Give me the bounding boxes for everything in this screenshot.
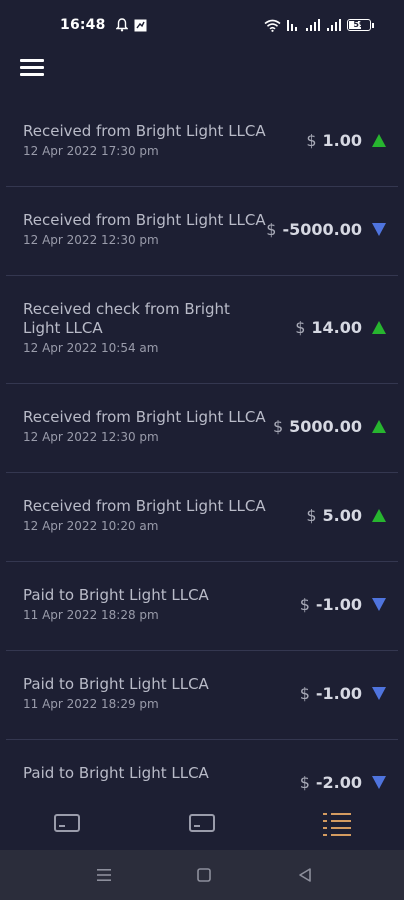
transaction-title: Received from Bright Light LLCA [23,211,266,229]
transaction-amount: 5000.00 [289,417,362,436]
transaction-row[interactable]: Paid to Bright Light LLCA 11 Apr 2022 18… [6,562,398,651]
transaction-amount: -2.00 [315,773,362,792]
currency-symbol: $ [295,318,306,337]
arrow-down-icon [372,687,386,700]
transaction-row[interactable]: Received from Bright Light LLCA 12 Apr 2… [6,473,398,562]
status-time: 16:48 [60,17,106,33]
transaction-row[interactable]: Paid to Bright Light LLCA 11 Apr 2022 18… [6,651,398,740]
nav-accounts-button[interactable] [188,810,218,838]
arrow-down-icon [372,598,386,611]
currency-symbol: $ [299,684,310,703]
transaction-date: 12 Apr 2022 17:30 pm [23,144,159,158]
transaction-row[interactable]: Received from Bright Light LLCA 12 Apr 2… [6,187,398,276]
transaction-amount: -5000.00 [282,220,362,239]
currency-symbol: $ [272,417,284,436]
transaction-title: Received from Bright Light LLCA [23,122,266,140]
transaction-row[interactable]: Received check from Bright Light LLCA 12… [6,276,398,384]
transaction-amount: -1.00 [315,684,362,703]
data-transfer-icon [287,19,297,31]
currency-symbol: $ [306,131,317,150]
card-icon [189,814,215,832]
currency-symbol: $ [306,506,317,525]
transaction-title: Paid to Bright Light LLCA [23,675,209,693]
transaction-amount: 14.00 [311,318,362,337]
transaction-date: 11 Apr 2022 18:28 pm [23,608,159,622]
currency-symbol: $ [299,773,310,792]
arrow-down-icon [372,223,386,236]
recents-icon[interactable] [96,867,112,887]
transaction-title: Received from Bright Light LLCA [23,408,266,426]
transaction-row[interactable]: Received from Bright Light LLCA 12 Apr 2… [6,98,398,187]
transaction-amount: 1.00 [322,131,362,150]
app-header [0,50,404,90]
battery-indicator: 59 [347,19,374,31]
transaction-date: 12 Apr 2022 12:30 pm [23,430,159,444]
battery-icon: 59 [347,19,371,31]
status-bar: 16:48 59 [0,0,404,50]
nav-transactions-button[interactable] [323,810,353,838]
notification-bell-icon [115,18,128,32]
home-icon[interactable] [196,867,212,887]
transaction-row[interactable]: Received from Bright Light LLCA 12 Apr 2… [6,384,398,473]
transaction-title: Received from Bright Light LLCA [23,497,266,515]
nav-cards-button[interactable] [53,810,83,838]
arrow-up-icon [372,509,386,522]
bottom-navigation [0,800,404,850]
transaction-title: Received check from Bright Light LLCA [23,300,230,337]
wifi-icon [264,19,281,32]
card-icon [54,814,80,832]
transaction-title: Paid to Bright Light LLCA [23,764,209,782]
transaction-date: 12 Apr 2022 10:20 am [23,519,159,533]
transaction-row[interactable]: Paid to Bright Light LLCA $ -2.00 [6,740,398,800]
transaction-amount: -1.00 [315,595,362,614]
signal-2-icon [327,18,341,31]
arrow-down-icon [372,776,386,789]
app-notification-icon [134,19,147,31]
signal-1-icon [306,18,320,31]
transaction-amount: 5.00 [322,506,362,525]
currency-symbol: $ [299,595,310,614]
arrow-up-icon [372,321,386,334]
arrow-up-icon [372,134,386,147]
list-icon [323,812,353,836]
transaction-date: 12 Apr 2022 12:30 pm [23,233,159,247]
transaction-date: 12 Apr 2022 10:54 am [23,341,159,355]
system-navigation-bar [0,850,404,900]
arrow-up-icon [372,420,386,433]
transaction-date: 11 Apr 2022 18:29 pm [23,697,159,711]
battery-level: 59 [353,20,365,29]
transactions-list[interactable]: Received from Bright Light LLCA 12 Apr 2… [6,98,398,800]
currency-symbol: $ [266,220,277,239]
hamburger-menu-icon[interactable] [20,59,44,79]
back-icon[interactable] [297,867,313,887]
transactions-screen: 16:48 59 Received from Bright Light LLCA… [0,0,404,900]
transaction-title: Paid to Bright Light LLCA [23,586,209,604]
